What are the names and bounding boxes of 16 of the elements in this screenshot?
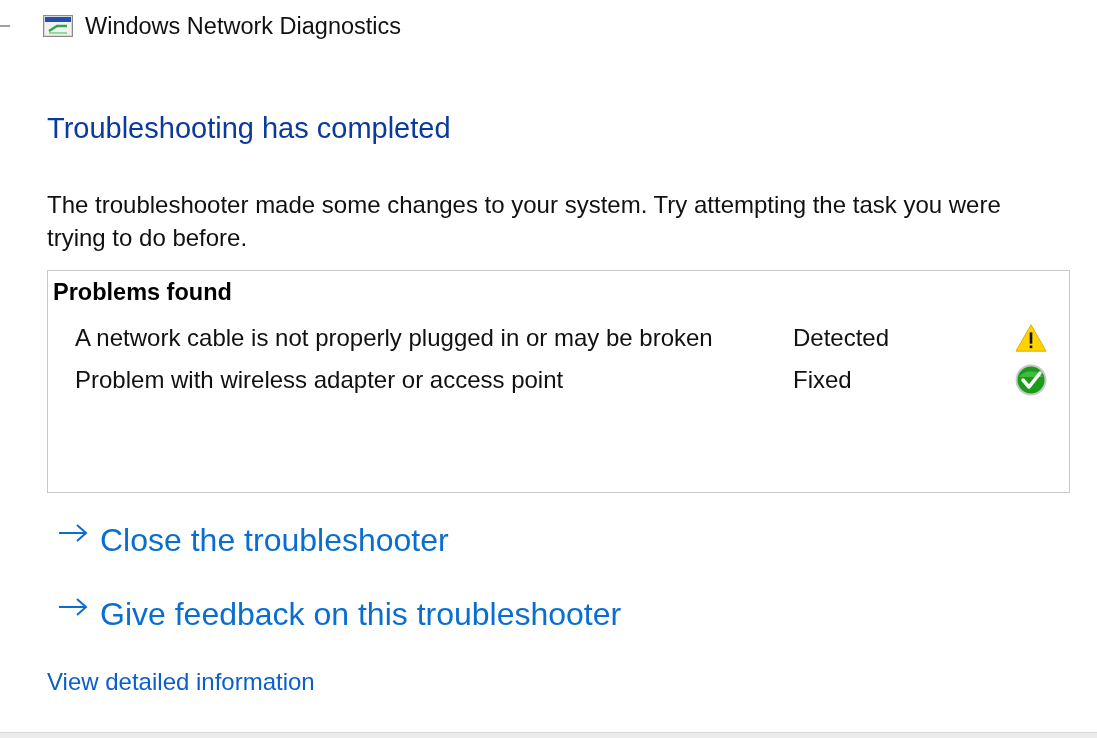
description-text: The troubleshooter made some changes to your system. Try attempting the task you were trying to do before. [47,190,1002,253]
action-link[interactable]: Give feedback on this troubleshooter [58,594,622,634]
window-title: Windows Network Diagnostics [85,12,402,40]
problem-status: Detected [793,324,890,352]
problem-status: Fixed [793,366,852,394]
warning-icon [1015,322,1047,354]
arrow-icon [58,597,88,617]
arrow-icon [58,523,88,543]
problem-text: A network cable is not properly plugged in or may be broken [75,324,713,352]
action-link[interactable]: Close the troubleshooter [58,520,449,560]
panel-heading: Problems found [53,278,232,306]
page-heading: Troubleshooting has completed [47,111,451,146]
details-link[interactable]: View detailed information [47,668,315,696]
monitor-cable-icon [43,15,73,37]
problem-text: Problem with wireless adapter or access point [75,366,564,394]
check-icon [1015,364,1047,396]
